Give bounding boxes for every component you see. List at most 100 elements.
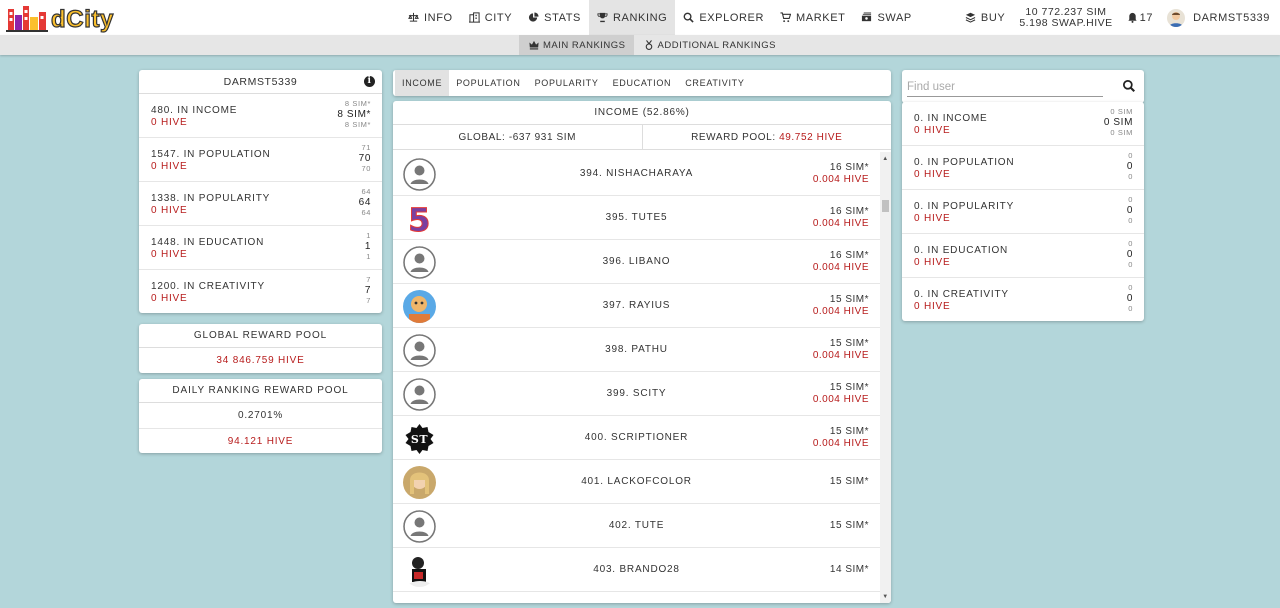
sim-balance: 10 772.237 SIM [1025, 5, 1107, 18]
ranking-sim: 15 SIM* [829, 520, 869, 531]
svg-text:5: 5 [408, 202, 431, 235]
buy-button[interactable]: BUY [965, 0, 1005, 35]
ranking-username[interactable]: 402. TUTE [453, 504, 820, 548]
ranking-username[interactable]: 396. LIBANO [453, 240, 820, 284]
scroll-up-arrow-icon[interactable]: ▲ [882, 156, 889, 163]
ranking-username[interactable]: 395. TUTE5 [453, 196, 820, 240]
searched-stat-row: 0. IN EDUCATION 0 HIVE 0 0 0 [902, 234, 1144, 278]
stat-rank: 480. IN INCOME [151, 105, 238, 116]
ranking-username[interactable]: 397. RAYIUS [453, 284, 820, 328]
ranking-row[interactable]: 401. LACKOFCOLOR 15 SIM* [393, 460, 880, 504]
ranking-row[interactable]: 5 395. TUTE5 16 SIM* 0.004 HIVE [393, 196, 880, 240]
info-icon[interactable]: i [364, 76, 375, 87]
nav-swap[interactable]: SWAP [853, 0, 919, 35]
ranking-username[interactable]: 400. SCRIPTIONER [453, 416, 820, 460]
stat-hive: 0 HIVE [151, 293, 188, 304]
stat-rank: 0. IN EDUCATION [914, 245, 1009, 256]
stat-value-top: 7 [366, 275, 371, 284]
user-avatar[interactable] [403, 378, 436, 411]
ranking-row[interactable]: ST 400. SCRIPTIONER 15 SIM* 0.004 HIVE [393, 416, 880, 460]
user-avatar[interactable] [403, 158, 436, 191]
ranking-username[interactable]: 401. LACKOFCOLOR [453, 460, 820, 504]
sub-navbar: MAIN RANKINGS ADDITIONAL RANKINGS [0, 35, 1280, 55]
ranking-username[interactable]: 394. NISHACHARAYA [453, 152, 820, 196]
tab-population[interactable]: POPULATION [449, 70, 527, 96]
ranking-values: 15 SIM* 0.004 HIVE [813, 294, 869, 318]
subnav-additional-rankings[interactable]: ADDITIONAL RANKINGS [634, 35, 784, 55]
tab-income[interactable]: INCOME [395, 70, 450, 96]
ranking-row[interactable]: 394. NISHACHARAYA 16 SIM* 0.004 HIVE [393, 152, 880, 196]
global-total-value: -637 931 SIM [508, 132, 577, 143]
dcity-logo[interactable]: dCity [6, 3, 116, 33]
search-icon[interactable] [1122, 79, 1136, 93]
stat-values: 64 64 64 [359, 187, 371, 218]
user-ranking-card: DARMST5339 i 480. IN INCOME 0 HIVE 8 SIM… [139, 70, 382, 313]
tab-popularity[interactable]: POPULARITY [528, 70, 606, 96]
ranking-values: 14 SIM* [830, 564, 869, 576]
scrollbar-thumb[interactable] [882, 200, 889, 212]
stat-value-top: 71 [361, 143, 371, 152]
ranking-username[interactable]: 403. BRANDO28 [453, 548, 820, 592]
stat-label-block: 0. IN CREATIVITY 0 HIVE [914, 289, 1009, 313]
daily-pool-value: 94.121 HIVE [139, 428, 382, 453]
user-avatar[interactable] [403, 510, 436, 543]
ranking-username[interactable]: 398. PATHU [453, 328, 820, 372]
ranking-rows[interactable]: 394. NISHACHARAYA 16 SIM* 0.004 HIVE 5 3… [393, 152, 880, 603]
ranking-hive: 0.004 HIVE [812, 218, 869, 229]
ranking-hive: 0.004 HIVE [812, 438, 869, 449]
ranking-row[interactable]: 399. SCITY 15 SIM* 0.004 HIVE [393, 372, 880, 416]
ranking-tabs-card: INCOME POPULATION POPULARITY EDUCATION C… [393, 70, 891, 96]
stat-value-main: 0 [1126, 249, 1133, 260]
ranking-values: 15 SIM* 0.004 HIVE [813, 382, 869, 406]
search-icon [683, 12, 694, 23]
nav-explorer[interactable]: EXPLORER [675, 0, 772, 35]
stat-rank: 1338. IN POPULARITY [151, 193, 271, 204]
user-avatar[interactable] [403, 466, 436, 499]
nav-city[interactable]: CITY [461, 0, 520, 35]
notifications-button[interactable]: 17 [1127, 0, 1153, 35]
ranking-row[interactable]: 397. RAYIUS 15 SIM* 0.004 HIVE [393, 284, 880, 328]
stat-rank: 0. IN POPULATION [914, 157, 1015, 168]
nav-ranking[interactable]: RANKING [588, 0, 676, 35]
svg-text:dCity: dCity [51, 6, 114, 33]
user-stat-row: 1448. IN EDUCATION 0 HIVE 1 1 1 [139, 226, 382, 270]
balance-scale-icon [408, 12, 419, 22]
tab-education[interactable]: EDUCATION [606, 70, 679, 96]
username: DARMST5339 [1193, 11, 1270, 24]
subnav-main-rankings[interactable]: MAIN RANKINGS [519, 35, 634, 55]
user-menu[interactable]: DARMST5339 [1167, 8, 1270, 27]
nav-market[interactable]: MARKET [772, 0, 853, 35]
stat-value-main: 0 [1126, 293, 1133, 304]
wallet-balance[interactable]: 10 772.237 SIM 5.198 SWAP.HIVE [1019, 5, 1112, 29]
stat-hive: 0 HIVE [914, 301, 951, 312]
building-icon [468, 12, 480, 23]
user-avatar[interactable] [403, 290, 436, 323]
ranking-summary: GLOBAL: -637 931 SIM REWARD POOL: 49.752… [393, 125, 891, 150]
ranking-row[interactable]: 402. TUTE 15 SIM* [393, 504, 880, 548]
tab-creativity[interactable]: CREATIVITY [678, 70, 751, 96]
user-avatar[interactable] [403, 554, 436, 587]
ranking-scrollbar[interactable]: ▲ ▼ [880, 152, 891, 603]
main-nav: INFO CITY STATS RANKING EXPLORER MARKET … [400, 0, 920, 35]
stat-values: 0 SIM 0 SIM 0 SIM [1104, 107, 1133, 138]
ranking-row[interactable]: 398. PATHU 15 SIM* 0.004 HIVE [393, 328, 880, 372]
ranking-row[interactable]: 396. LIBANO 16 SIM* 0.004 HIVE [393, 240, 880, 284]
stat-values: 1 1 1 [365, 231, 371, 262]
stat-rank: 0. IN POPULARITY [914, 201, 1015, 212]
stat-values: 0 0 0 [1127, 151, 1133, 182]
find-user-input[interactable] [907, 77, 1103, 97]
user-avatar[interactable] [403, 246, 436, 279]
stat-label-block: 0. IN POPULARITY 0 HIVE [914, 201, 1014, 225]
top-navbar: dCity INFO CITY STATS RANKING EXPLORER M… [0, 0, 1280, 35]
user-avatar[interactable]: 5 [403, 202, 436, 235]
nav-stats[interactable]: STATS [520, 0, 589, 35]
ranking-username[interactable]: 399. SCITY [453, 372, 820, 416]
user-avatar[interactable] [403, 334, 436, 367]
user-avatar[interactable]: ST [403, 422, 436, 455]
scroll-down-arrow-icon[interactable]: ▼ [882, 594, 889, 601]
ranking-row[interactable]: 403. BRANDO28 14 SIM* [393, 548, 880, 592]
ranking-sim: 15 SIM* [829, 426, 869, 437]
user-stat-row: 1200. IN CREATIVITY 0 HIVE 7 7 7 [139, 270, 382, 313]
stat-label-block: 0. IN POPULATION 0 HIVE [914, 157, 1014, 181]
nav-info[interactable]: INFO [400, 0, 461, 35]
